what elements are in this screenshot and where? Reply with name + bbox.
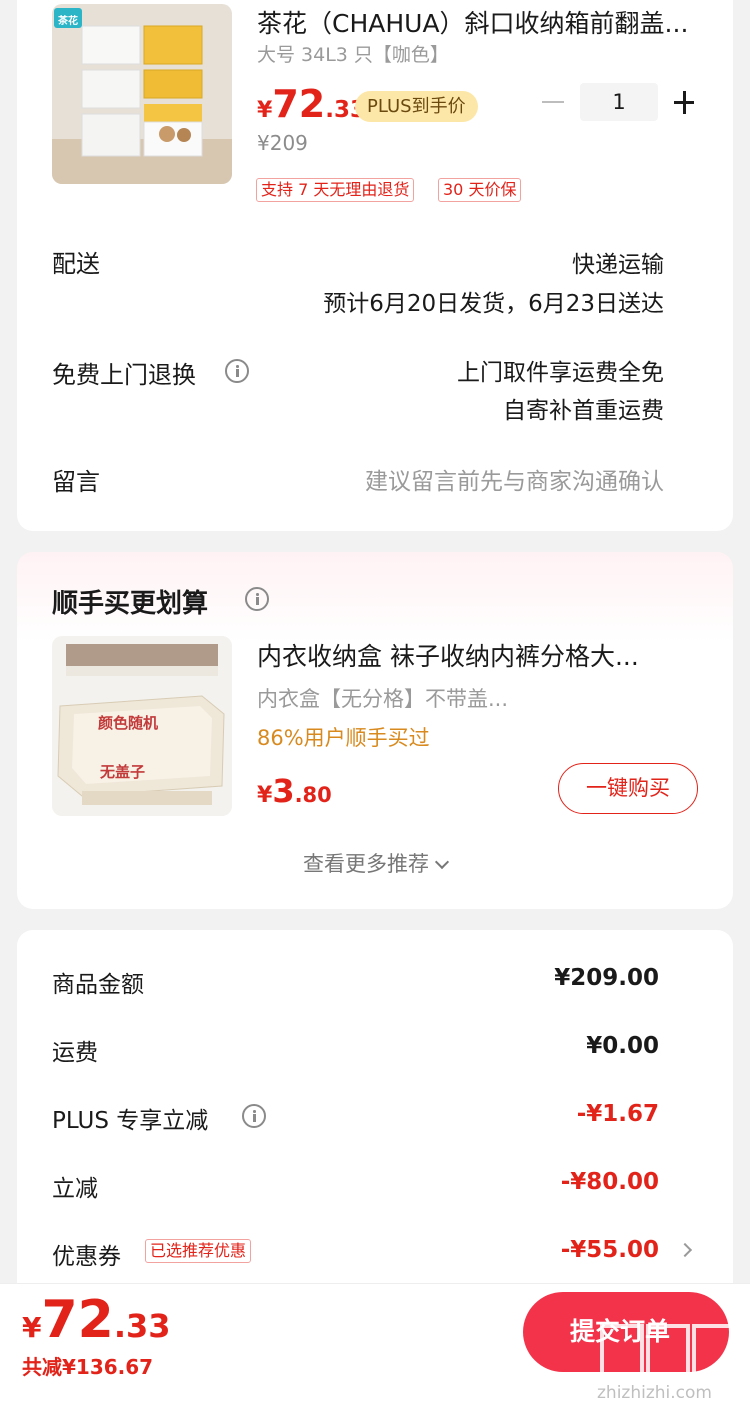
price-currency: ¥ — [257, 98, 273, 123]
free-return-label: 免费上门退换 — [52, 361, 196, 389]
info-icon[interactable] — [225, 359, 249, 383]
delivery-estimate[interactable]: 预计6月20日发货，6月23日送达 — [323, 284, 664, 318]
more-recommend-label: 查看更多推荐 — [303, 852, 429, 876]
original-price: ¥209 — [257, 131, 308, 155]
total-saved: 共减¥136.67 — [22, 1355, 154, 1379]
watermark-site: zhizhizhi.com — [597, 1383, 712, 1403]
coupon-label: 优惠券 — [52, 1244, 121, 1270]
total-price: ¥72.33 — [22, 1290, 171, 1350]
total-integer: 72 — [41, 1290, 114, 1350]
price-currency: ¥ — [257, 783, 273, 808]
price-integer: 72 — [272, 82, 326, 126]
coupon-selected-tag: 已选推荐优惠 — [145, 1239, 252, 1263]
chevron-down-icon — [434, 854, 450, 870]
product-spec[interactable]: 大号 34L3 只【咖色】 — [257, 40, 557, 67]
quantity-input[interactable]: 1 — [580, 83, 658, 121]
shipping-value: ¥0.00 — [586, 1033, 659, 1059]
recommend-item-title[interactable]: 内衣收纳盒 袜子收纳内裤分格大... — [257, 637, 700, 673]
total-decimal: .33 — [113, 1307, 171, 1345]
info-icon[interactable] — [245, 587, 269, 611]
product-price: ¥72.33 — [257, 82, 366, 126]
delivery-label: 配送 — [52, 250, 100, 278]
goods-amount-label: 商品金额 — [52, 972, 144, 998]
recommend-bought-ratio: 86%用户顺手买过 — [257, 726, 430, 750]
plus-discount-label: PLUS 专享立减 — [52, 1108, 209, 1134]
image-text-color: 颜色随机 — [98, 714, 159, 732]
plus-discount-value: -¥1.67 — [576, 1101, 659, 1127]
brand-logo: 茶花 — [58, 16, 78, 27]
price-decimal: .80 — [294, 783, 332, 807]
instant-discount-value: -¥80.00 — [560, 1169, 659, 1195]
coupon-value[interactable]: -¥55.00 — [561, 1237, 659, 1263]
recommend-item-price: ¥3.80 — [257, 772, 332, 810]
free-return-line1: 上门取件享运费全免 — [457, 360, 664, 386]
shipping-label: 运费 — [52, 1040, 98, 1066]
return-policy-tag: 支持 7 天无理由退货 — [256, 178, 415, 202]
quantity-plus-button[interactable] — [672, 89, 696, 115]
one-click-buy-button[interactable]: 一键购买 — [558, 763, 698, 814]
recommend-section-title: 顺手买更划算 — [52, 589, 209, 619]
product-title[interactable]: 茶花（CHAHUA）斜口收纳箱前翻盖... — [257, 4, 700, 40]
price-integer: 3 — [272, 772, 295, 810]
product-image[interactable]: 茶花 — [52, 4, 232, 184]
message-input[interactable]: 建议留言前先与商家沟通确认 — [365, 462, 664, 496]
price-protect-tag: 30 天价保 — [438, 178, 522, 202]
recommend-item-image[interactable]: 颜色随机 无盖子 — [52, 636, 232, 816]
free-return-line2: 自寄补首重运费 — [503, 398, 664, 424]
more-recommend-link[interactable]: 查看更多推荐 — [0, 848, 750, 878]
recommend-item-spec[interactable]: 内衣盒【无分格】不带盖... — [257, 683, 547, 713]
delivery-method[interactable]: 快递运输 — [572, 245, 664, 279]
message-label: 留言 — [52, 468, 100, 496]
instant-discount-label: 立减 — [52, 1176, 98, 1202]
image-text-nolid: 无盖子 — [100, 763, 146, 781]
plus-price-badge: PLUS到手价 — [355, 91, 478, 122]
total-currency: ¥ — [22, 1311, 42, 1344]
goods-amount-value: ¥209.00 — [554, 965, 659, 991]
quantity-minus-button[interactable] — [540, 89, 566, 115]
info-icon[interactable] — [242, 1104, 266, 1128]
